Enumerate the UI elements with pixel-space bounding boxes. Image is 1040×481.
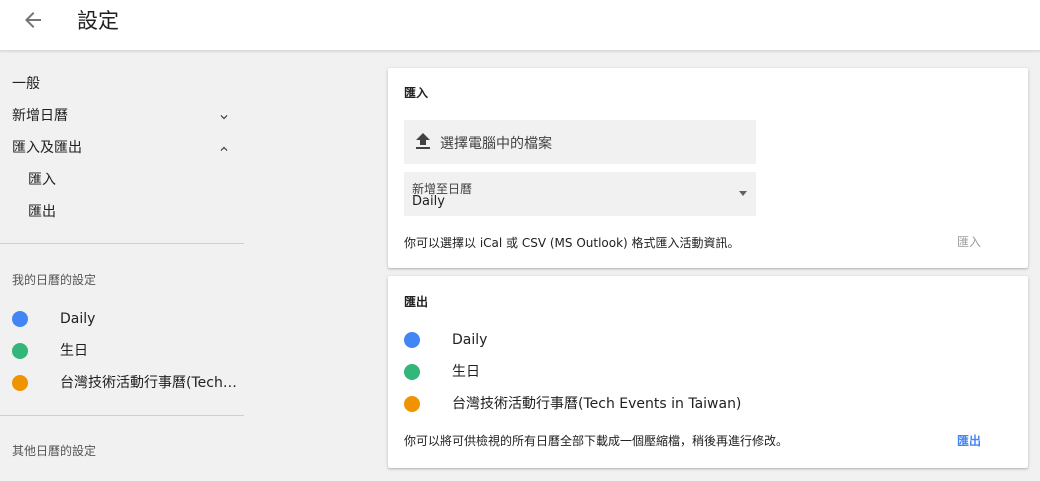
calendar-name: Daily xyxy=(60,311,96,327)
sidebar-item-export[interactable]: 匯出 xyxy=(28,202,56,222)
chevron-down-icon[interactable] xyxy=(217,109,231,123)
calendar-color-dot xyxy=(12,311,28,327)
choose-file-label: 選擇電腦中的檔案 xyxy=(440,136,552,152)
import-card: 匯入 選擇電腦中的檔案 新增至日曆 Daily 你可以選擇以 iCal 或 CS… xyxy=(388,68,1028,268)
page-title: 設定 xyxy=(77,9,119,33)
other-calendars-heading: 其他日曆的設定 xyxy=(12,444,97,458)
sidebar-item-add-calendar[interactable]: 新增日曆 xyxy=(12,106,68,126)
chevron-up-icon[interactable] xyxy=(217,141,231,155)
dropdown-arrow-icon xyxy=(739,191,747,196)
top-app-bar: 設定 xyxy=(0,0,1040,51)
calendar-color-dot xyxy=(404,332,420,348)
calendar-name: 生日 xyxy=(452,364,480,380)
calendar-name: 生日 xyxy=(60,343,88,359)
calendar-name: Daily xyxy=(452,332,488,348)
sidebar-calendar-item[interactable]: 台灣技術活動行事曆(Tech ... xyxy=(0,372,244,396)
sidebar-item-general[interactable]: 一般 xyxy=(12,74,40,94)
add-to-calendar-select[interactable]: 新增至日曆 Daily xyxy=(404,172,756,216)
import-button[interactable]: 匯入 xyxy=(957,233,981,250)
sidebar-divider xyxy=(0,243,244,244)
add-to-calendar-value: Daily xyxy=(412,194,445,209)
calendar-color-dot xyxy=(404,396,420,412)
choose-file-button[interactable]: 選擇電腦中的檔案 xyxy=(404,120,756,164)
settings-sidebar: 一般 新增日曆 匯入及匯出 匯入 匯出 我的日曆的設定 Daily 生日 台灣技… xyxy=(0,51,244,481)
export-calendar-item[interactable]: Daily xyxy=(388,328,1028,352)
sidebar-item-import[interactable]: 匯入 xyxy=(28,170,56,190)
calendar-name: 台灣技術活動行事曆(Tech ... xyxy=(60,375,240,391)
export-card: 匯出 Daily 生日 台灣技術活動行事曆(Tech Events in Tai… xyxy=(388,276,1028,468)
sidebar-calendar-item[interactable]: Daily xyxy=(0,308,244,332)
calendar-color-dot xyxy=(12,375,28,391)
calendar-color-dot xyxy=(404,364,420,380)
upload-icon xyxy=(415,133,431,151)
export-card-title: 匯出 xyxy=(404,295,429,309)
export-calendar-item[interactable]: 生日 xyxy=(388,360,1028,384)
export-calendar-item[interactable]: 台灣技術活動行事曆(Tech Events in Taiwan) xyxy=(388,392,1028,416)
sidebar-divider xyxy=(0,415,244,416)
sidebar-calendar-item[interactable]: 生日 xyxy=(0,340,244,364)
calendar-name: 台灣技術活動行事曆(Tech Events in Taiwan) xyxy=(452,396,742,412)
export-button[interactable]: 匯出 xyxy=(957,432,981,449)
sidebar-item-import-export[interactable]: 匯入及匯出 xyxy=(12,138,82,158)
import-card-title: 匯入 xyxy=(404,86,429,100)
arrow-back-icon[interactable] xyxy=(21,8,45,32)
my-calendars-heading: 我的日曆的設定 xyxy=(12,273,97,287)
calendar-color-dot xyxy=(12,343,28,359)
import-help-text: 你可以選擇以 iCal 或 CSV (MS Outlook) 格式匯入活動資訊。 xyxy=(404,236,740,250)
export-help-text: 你可以將可供檢視的所有日曆全部下載成一個壓縮檔，稍後再進行修改。 xyxy=(404,434,789,448)
